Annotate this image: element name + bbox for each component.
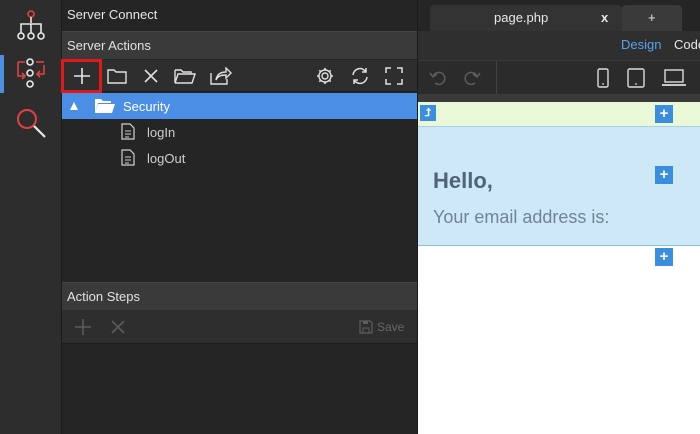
add-step-button[interactable] [67,310,99,344]
delete-icon [144,69,158,83]
toolbar-separator [496,61,497,95]
email-text: Your email address is: [433,207,610,227]
tablet-icon[interactable] [627,68,645,88]
save-button[interactable]: Save [359,310,404,344]
settings-button[interactable] [309,60,341,92]
tree-folder-security[interactable]: Security [62,93,417,119]
icon-rail [0,0,62,434]
tab-design[interactable]: Design [621,37,661,52]
file-icon [121,149,135,166]
folder-icon [107,69,127,84]
tab-page-php[interactable]: page.php x [430,5,622,31]
content-block[interactable]: Hello, Your email address is: + [418,126,700,246]
expand-triangle-icon[interactable] [70,102,78,110]
add-after-button[interactable]: + [655,248,673,266]
gear-icon [317,68,333,84]
sitemap-button[interactable] [0,2,62,48]
editor-toolbar [418,60,700,95]
fullscreen-icon [385,67,403,85]
document-tabs: page.php x + [418,0,700,31]
file-icon [121,123,135,140]
add-icon [75,319,91,335]
tree-item-label: logOut [147,150,186,166]
new-folder-button[interactable] [101,60,133,92]
refresh-icon [352,67,368,85]
view-switcher: Design Code [418,31,700,60]
move-up-icon[interactable]: ⮥ [420,105,436,121]
export-icon [210,67,232,85]
search-icon [17,109,46,138]
export-button[interactable] [205,60,237,92]
tab-code[interactable]: Code [674,37,700,52]
server-connect-panel: Server Connect Server Actions Security l… [61,0,418,434]
tab-close-button[interactable]: x [601,5,608,31]
open-folder-icon [174,69,196,84]
delete-step-button[interactable] [102,310,134,344]
page-editor: page.php x + Design Code ⮥ + Hello, Your… [418,0,700,434]
action-steps-toolbar: Save [62,310,417,344]
add-icon [73,68,90,84]
laptop-icon[interactable] [661,69,687,87]
action-steps-header: Action Steps [62,282,417,310]
search-button[interactable] [0,100,62,146]
sitemap-icon [17,10,45,40]
fullscreen-button[interactable] [378,60,410,92]
tree-item-label: Security [123,98,170,114]
redo-icon[interactable] [462,68,482,88]
server-actions-toolbar [61,59,417,93]
save-icon [359,320,373,334]
new-tab-label: + [648,10,656,25]
app-title: Server Connect [67,7,158,22]
refresh-button[interactable] [344,60,376,92]
open-folder-icon [95,99,115,113]
ruler [418,94,700,102]
add-block-button[interactable]: + [655,105,673,123]
phone-icon[interactable] [596,68,610,88]
server-connect-icon [17,58,45,88]
add-action-button[interactable] [61,59,102,93]
hello-heading: Hello, [433,168,493,193]
save-label: Save [377,320,405,334]
new-tab-button[interactable]: + [622,5,682,31]
open-folder-button[interactable] [169,60,201,92]
add-element-button[interactable]: + [655,166,673,184]
delete-icon [111,320,125,334]
server-connect-button[interactable] [0,51,62,97]
tree-item-logout[interactable]: logOut [62,145,417,171]
tree-item-login[interactable]: logIn [62,119,417,145]
tab-label: page.php [494,10,549,25]
undo-icon[interactable] [428,68,448,88]
delete-button[interactable] [135,60,167,92]
body-region[interactable]: ⮥ + [418,102,700,126]
tree-item-label: logIn [147,124,176,140]
server-actions-header: Server Actions [62,31,417,59]
